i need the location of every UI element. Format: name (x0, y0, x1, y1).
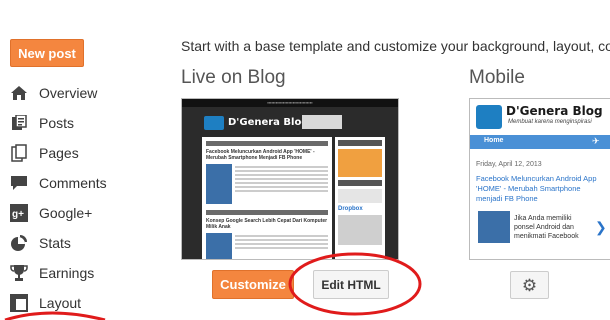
blog-post-title: Konsep Google Search Lebih Cepat Dari Ko… (206, 218, 328, 230)
live-on-blog-title: Live on Blog (181, 67, 286, 88)
intro-text: Start with a base template and customize… (181, 38, 610, 54)
comment-icon (10, 174, 28, 192)
mobile-post-date: Friday, April 12, 2013 (476, 161, 542, 168)
blog-preview-banner (302, 115, 342, 129)
sidebar-item-label: Pages (39, 145, 79, 161)
sidebar-item-comments[interactable]: Comments (10, 171, 107, 195)
home-icon (10, 84, 28, 102)
sidebar-item-overview[interactable]: Overview (10, 81, 97, 105)
blog-preview-title: D'Genera Blog (228, 117, 309, 128)
pie-chart-icon (10, 234, 28, 252)
sidebar-item-label: Comments (39, 175, 107, 191)
sidebar-item-label: Google+ (39, 205, 93, 221)
google-plus-icon: g+ (10, 204, 28, 222)
sidebar-item-earnings[interactable]: Earnings (10, 261, 94, 285)
gear-icon: ⚙ (521, 275, 538, 295)
trophy-icon (10, 264, 28, 282)
sidebar-item-google-plus[interactable]: g+ Google+ (10, 201, 92, 225)
blog-preview-content: Facebook Meluncurkan Android App 'HOME' … (202, 137, 332, 259)
blog-preview-sidebar: Dropbox (335, 137, 385, 259)
post-thumbnail (478, 211, 510, 243)
blog-post-title: Facebook Meluncurkan Android App 'HOME' … (206, 149, 315, 161)
pages-icon (10, 144, 28, 162)
sidebar-item-stats[interactable]: Stats (10, 231, 71, 255)
sidebar-item-label: Stats (39, 235, 71, 251)
mobile-header: D'Genera Blog Membuat karena menginspira… (470, 99, 610, 135)
sidebar: New post Overview Posts Pages Comments g… (0, 0, 160, 320)
sidebar-item-posts[interactable]: Posts (10, 111, 74, 135)
posts-icon (10, 114, 28, 132)
blog-logo-icon (204, 116, 224, 130)
mobile-blog-title: D'Genera Blog (506, 104, 603, 118)
live-blog-preview[interactable]: ▪▪▪▪▪▪▪▪▪▪▪▪▪▪▪▪▪▪▪▪▪▪▪▪▪▪▪▪▪▪▪▪ D'Gener… (181, 98, 399, 260)
sidebar-item-label: Overview (39, 85, 98, 101)
mobile-post-title: Facebook Meluncurkan Android App 'HOME' … (476, 174, 597, 203)
mobile-settings-button[interactable]: ⚙ (510, 271, 549, 299)
sidebar-item-layout[interactable]: Layout (10, 291, 81, 315)
mobile-tagline: Membuat karena menginspirasi (508, 119, 592, 125)
chevron-right-icon: ❯ (595, 219, 607, 235)
blog-preview-topbar: ▪▪▪▪▪▪▪▪▪▪▪▪▪▪▪▪▪▪▪▪▪▪▪▪▪▪▪▪▪▪▪▪ (182, 99, 398, 107)
svg-text:g+: g+ (12, 209, 24, 220)
blog-logo-icon (476, 105, 502, 129)
edit-html-button[interactable]: Edit HTML (313, 270, 389, 299)
sidebar-item-label: Layout (39, 295, 82, 311)
blog-widget-label: Dropbox (338, 206, 363, 212)
layout-icon (10, 294, 28, 312)
mobile-title: Mobile (469, 67, 525, 88)
sidebar-item-label: Posts (39, 115, 75, 131)
new-post-button[interactable]: New post (10, 39, 84, 67)
sidebar-item-pages[interactable]: Pages (10, 141, 79, 165)
sidebar-item-label: Earnings (39, 265, 95, 281)
mobile-nav-home: Home (484, 137, 504, 144)
plane-icon: ✈ (592, 136, 600, 146)
mobile-post-snippet: Jika Anda memiliki ponsel Android dan me… (514, 215, 579, 240)
customize-button[interactable]: Customize (212, 270, 294, 299)
mobile-preview[interactable]: D'Genera Blog Membuat karena menginspira… (469, 98, 610, 260)
